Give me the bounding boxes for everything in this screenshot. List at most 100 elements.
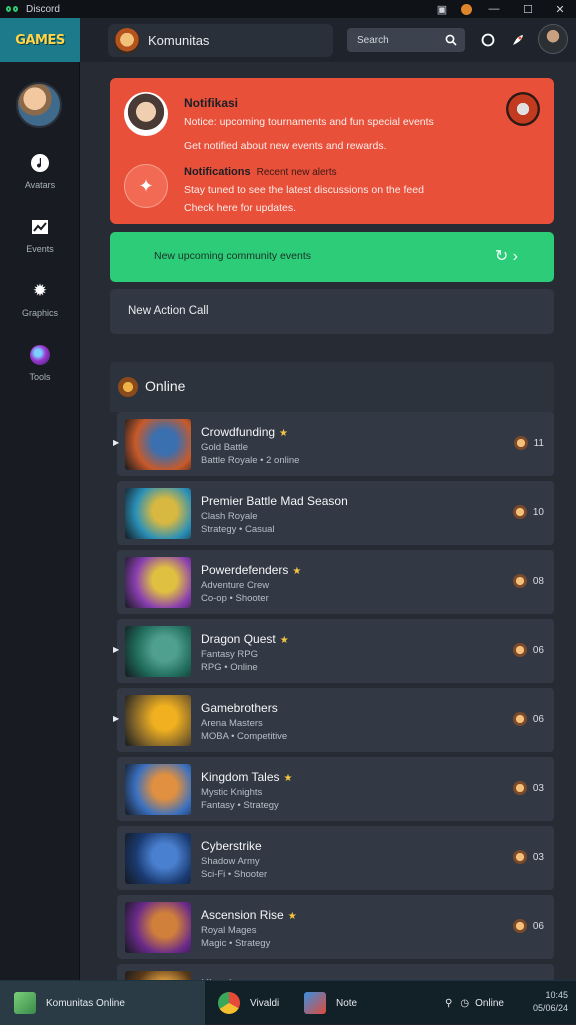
game-thumbnail[interactable] bbox=[125, 971, 191, 980]
notification-card[interactable]: Notifikasi Notice: upcoming tournaments … bbox=[110, 78, 554, 224]
game-name: Powerdefenders ★ bbox=[201, 563, 302, 577]
notification-game-icon: ✦ bbox=[124, 164, 168, 208]
action-call-box[interactable]: New Action Call bbox=[110, 289, 554, 334]
refresh-arrow-icon[interactable]: ↻ › bbox=[495, 246, 518, 266]
game-row[interactable]: Kingdom Tales ★ Mystic Knights Fantasy • St… bbox=[117, 757, 554, 821]
taskbar-label: Vivaldi bbox=[250, 997, 280, 1009]
music-note-icon bbox=[29, 152, 51, 174]
player-icon bbox=[512, 574, 527, 588]
player-icon bbox=[512, 919, 527, 933]
player-count: 08 bbox=[512, 574, 544, 588]
game-row[interactable]: Crowdfunding ★ Gold Battle Battle Royale • … bbox=[113, 412, 554, 476]
game-icon bbox=[304, 992, 326, 1014]
game-row[interactable]: Cyberstrike Shadow Army Sci-Fi • Shooter 03 bbox=[117, 826, 554, 890]
player-count: 03 bbox=[512, 850, 544, 864]
clock-icon: ◷ bbox=[460, 997, 470, 1009]
sidebar: GAMES Avatars Events ✹ Graphics Tools bbox=[0, 18, 80, 980]
events-banner[interactable]: New upcoming community events ↻ › bbox=[110, 232, 554, 282]
game-thumbnail[interactable] bbox=[125, 764, 191, 815]
sidebar-item-avatars[interactable]: Avatars bbox=[0, 152, 80, 190]
search-input[interactable]: Search bbox=[347, 28, 465, 52]
search-icon[interactable] bbox=[443, 32, 459, 48]
game-thumbnail[interactable] bbox=[125, 833, 191, 884]
game-row[interactable]: Ascension Rise ★ Royal Mages Magic • Strate… bbox=[117, 895, 554, 959]
game-subtitle: Mystic Knights bbox=[201, 787, 263, 798]
star-icon: ★ bbox=[292, 566, 302, 577]
game-subtitle: Fantasy RPG bbox=[201, 649, 259, 660]
main-content: Notifikasi Notice: upcoming tournaments … bbox=[80, 62, 576, 980]
chat-icon[interactable] bbox=[480, 32, 496, 48]
notification-subtitle: Notifications Recent new alerts bbox=[184, 166, 337, 178]
game-row[interactable]: Gamebrothers Arena Masters MOBA • Competit… bbox=[113, 688, 554, 752]
profile-avatar[interactable] bbox=[538, 24, 568, 54]
taskbar-app-community[interactable]: Komunitas Online bbox=[0, 981, 205, 1025]
game-thumbnail[interactable] bbox=[125, 488, 191, 539]
chrome-icon bbox=[218, 992, 240, 1014]
game-row[interactable]: Powerdefenders ★ Adventure Crew Co-op • Sho… bbox=[117, 550, 554, 614]
taskbar-label: Note bbox=[336, 997, 358, 1009]
title-bar: Discord ▣ — ☐ ✕ bbox=[0, 0, 576, 18]
notification-line: Get notified about new events and reward… bbox=[184, 140, 387, 152]
sidebar-item-label: Avatars bbox=[24, 180, 56, 190]
game-meta: Battle Royale • 2 online bbox=[201, 455, 300, 466]
game-name: Kingdom Tales ★ bbox=[201, 770, 293, 784]
taskbar-app-browser[interactable]: Vivaldi bbox=[214, 981, 294, 1025]
sidebar-item-tools[interactable]: Tools bbox=[0, 344, 80, 382]
game-name: Ascension Rise ★ bbox=[201, 908, 297, 922]
expand-arrow-icon[interactable]: ▶ bbox=[113, 438, 119, 447]
player-count: 06 bbox=[512, 712, 544, 726]
brand-logo[interactable]: GAMES bbox=[0, 18, 80, 62]
search-placeholder: Search bbox=[357, 34, 389, 46]
player-icon bbox=[512, 712, 527, 726]
sidebar-item-events[interactable]: Events bbox=[0, 216, 80, 254]
sidebar-item-label: Events bbox=[26, 244, 54, 254]
community-label: Komunitas bbox=[148, 33, 210, 48]
tray-time: 10:45 bbox=[545, 990, 568, 1000]
app-icon bbox=[14, 992, 36, 1014]
online-icon bbox=[118, 377, 138, 397]
link-icon: ⚲ bbox=[445, 997, 453, 1009]
maximize-button[interactable]: ☐ bbox=[514, 0, 542, 18]
taskbar-app-note[interactable]: Note bbox=[300, 981, 380, 1025]
player-count: 06 bbox=[512, 643, 544, 657]
chart-icon bbox=[29, 216, 51, 238]
game-meta: RPG • Online bbox=[201, 662, 258, 673]
player-icon bbox=[512, 781, 527, 795]
user-avatar[interactable] bbox=[16, 82, 62, 128]
game-thumbnail[interactable] bbox=[125, 695, 191, 746]
community-icon bbox=[114, 27, 140, 54]
tray-date: 05/06/24 bbox=[532, 1003, 568, 1013]
player-icon bbox=[513, 436, 528, 450]
taskbar-status[interactable]: ⚲ ◷ Online bbox=[445, 981, 515, 1025]
game-name: Dragon Quest ★ bbox=[201, 632, 289, 646]
game-thumbnail[interactable] bbox=[125, 902, 191, 953]
minimize-button[interactable]: — bbox=[480, 0, 508, 18]
game-row[interactable]: Dragon Quest ★ Fantasy RPG RPG • Online 06 ▶ bbox=[113, 619, 554, 683]
player-icon bbox=[512, 643, 527, 657]
notification-icon[interactable] bbox=[510, 32, 526, 48]
notification-coin-icon[interactable] bbox=[452, 0, 480, 18]
game-thumbnail[interactable] bbox=[125, 419, 191, 470]
game-row[interactable]: Kingdoms bbox=[117, 964, 554, 980]
player-icon bbox=[512, 850, 527, 864]
star-icon: ★ bbox=[279, 428, 289, 439]
online-header: Online bbox=[110, 362, 554, 412]
player-count: 10 bbox=[512, 505, 544, 519]
game-thumbnail[interactable] bbox=[125, 626, 191, 677]
sidebar-item-label: Graphics bbox=[21, 308, 58, 318]
window-title: Discord bbox=[26, 3, 60, 15]
close-button[interactable]: ✕ bbox=[546, 0, 574, 18]
game-row[interactable]: Premier Battle Mad Season Clash Royale Str… bbox=[117, 481, 554, 545]
expand-arrow-icon[interactable]: ▶ bbox=[113, 645, 119, 654]
game-subtitle: Royal Mages bbox=[201, 925, 257, 936]
player-count: 03 bbox=[512, 781, 544, 795]
game-thumbnail[interactable] bbox=[125, 557, 191, 608]
expand-arrow-icon[interactable]: ▶ bbox=[113, 714, 119, 723]
game-subtitle: Gold Battle bbox=[201, 442, 248, 453]
system-tray[interactable]: 10:45 05/06/24 bbox=[533, 989, 568, 1015]
notification-badge-icon bbox=[506, 92, 540, 126]
community-selector[interactable]: Komunitas bbox=[108, 24, 333, 57]
sidebar-item-graphics[interactable]: ✹ Graphics bbox=[0, 280, 80, 318]
notification-line: Check here for updates. bbox=[184, 202, 297, 214]
game-name: Premier Battle Mad Season bbox=[201, 494, 348, 508]
